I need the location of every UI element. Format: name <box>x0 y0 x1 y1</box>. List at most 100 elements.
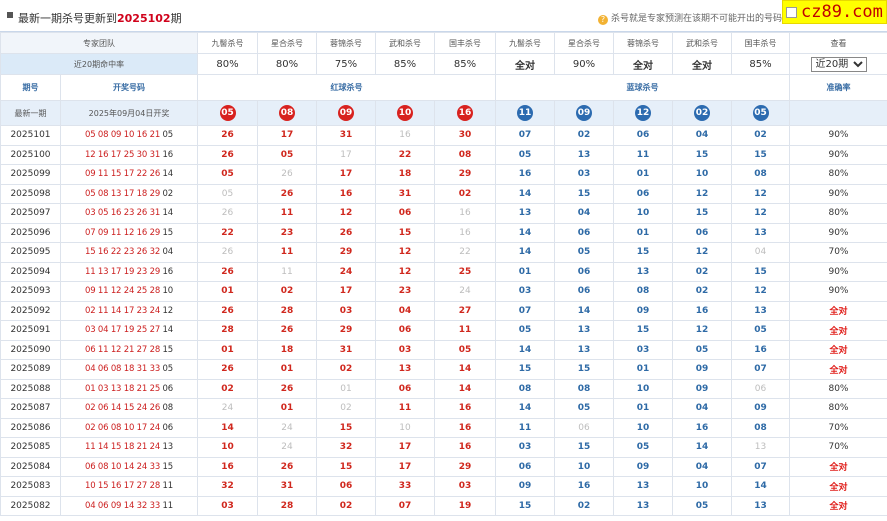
red-kill-cell: 16 <box>434 417 496 438</box>
red-kill-cell: 26 <box>316 222 376 243</box>
blue-kill-cell: 15 <box>731 261 790 282</box>
accuracy-cell: 70% <box>789 417 887 438</box>
red-kill-cell: 15 <box>375 222 435 243</box>
expert-col-8: 蓉锦杀号 <box>613 32 673 54</box>
draw-red-numbers: 03 04 17 19 25 27 <box>85 325 161 336</box>
latest-red-cell: 05 <box>197 100 258 126</box>
blue-kill-cell: 13 <box>554 339 614 360</box>
blue-kill-cell: 06 <box>554 281 614 302</box>
blue-kill-cell: 15 <box>495 359 555 380</box>
blue-kill-cell: 15 <box>672 144 732 165</box>
hit-rate-5: 85% <box>434 53 496 75</box>
table-row: 2025098 05 08 13 17 18 29 02 05 26 16 31 02 14 1… <box>0 183 887 204</box>
period-cell: 2025098 <box>0 183 61 204</box>
draw-blue-number: 05 <box>162 130 174 141</box>
red-kill-cell: 33 <box>375 476 435 497</box>
period-cell: 2025089 <box>0 359 61 380</box>
red-kill-cell: 25 <box>434 261 496 282</box>
draw-blue-number: 02 <box>162 188 174 199</box>
red-kill-cell: 16 <box>316 183 376 204</box>
red-kill-cell: 05 <box>197 183 258 204</box>
blue-kill-cell: 02 <box>672 261 732 282</box>
red-kill-cell: 06 <box>375 378 435 399</box>
blue-kill-cell: 12 <box>672 183 732 204</box>
blue-kill-cell: 02 <box>672 281 732 302</box>
blue-kill-cell: 09 <box>672 359 732 380</box>
accuracy-cell: 70% <box>789 437 887 458</box>
red-kill-cell: 22 <box>375 144 435 165</box>
blue-kill-cell: 04 <box>554 203 614 224</box>
draw-blue-number: 08 <box>162 403 174 414</box>
red-kill-cell: 19 <box>434 495 496 516</box>
draw-numbers-cell: 06 11 12 21 27 28 15 <box>60 339 198 360</box>
draw-numbers-cell: 11 13 17 19 23 29 16 <box>60 261 198 282</box>
latest-red-cell: 08 <box>257 100 317 126</box>
blue-kill-cell: 05 <box>672 495 732 516</box>
draw-blue-number: 14 <box>162 208 174 219</box>
draw-red-numbers: 02 06 08 10 17 24 <box>85 422 161 433</box>
period-range-select[interactable]: 近20期 <box>810 56 867 72</box>
red-kill-cell: 18 <box>375 164 435 185</box>
blue-kill-cell: 10 <box>613 203 673 224</box>
red-kill-cell: 01 <box>316 378 376 399</box>
blue-kill-cell: 15 <box>672 203 732 224</box>
draw-red-numbers: 05 08 09 10 16 21 <box>85 130 161 141</box>
draw-red-numbers: 11 13 17 19 23 29 <box>85 266 161 277</box>
blue-kill-cell: 03 <box>613 339 673 360</box>
draw-blue-number: 13 <box>162 442 174 453</box>
kill-number-table: 专家团队 九髻杀号 星合杀号 蓉锦杀号 武和杀号 国丰杀号 九髻杀号 星合杀号 … <box>0 32 887 516</box>
red-kill-cell: 28 <box>197 320 258 341</box>
red-kill-cell: 14 <box>434 359 496 380</box>
blue-kill-cell: 04 <box>672 398 732 419</box>
blue-kill-cell: 15 <box>613 320 673 341</box>
blue-kill-cell: 05 <box>554 398 614 419</box>
hit-rate-row: 近20期命中率 80% 80% 75% 85% 85% 全对 90% 全对 全对… <box>0 53 887 75</box>
blue-kill-cell: 12 <box>672 242 732 263</box>
table-row: 2025101 05 08 09 10 16 21 05 26 17 31 16 30 07 0… <box>0 125 887 146</box>
draw-red-numbers: 06 08 10 14 24 33 <box>85 461 161 472</box>
draw-col-header: 开奖号码 <box>60 74 198 101</box>
draw-red-numbers: 02 11 14 17 23 24 <box>85 305 161 316</box>
hit-rate-6: 全对 <box>495 53 555 75</box>
blue-kill-header: 蓝球杀号 <box>495 74 790 101</box>
red-kill-cell: 29 <box>434 164 496 185</box>
red-kill-cell: 05 <box>434 339 496 360</box>
period-cell: 2025092 <box>0 300 61 321</box>
blue-kill-cell: 09 <box>613 300 673 321</box>
blue-kill-cell: 06 <box>731 378 790 399</box>
red-ball: 08 <box>279 105 295 121</box>
accuracy-cell: 90% <box>789 281 887 302</box>
period-cell: 2025100 <box>0 144 61 165</box>
draw-blue-number: 15 <box>162 227 174 238</box>
red-kill-cell: 07 <box>375 495 435 516</box>
blue-kill-cell: 14 <box>495 242 555 263</box>
red-kill-cell: 14 <box>434 378 496 399</box>
table-row: 2025089 04 06 08 18 31 33 05 26 01 02 13 14 15 1… <box>0 359 887 380</box>
draw-numbers-cell: 10 15 16 17 27 28 11 <box>60 476 198 497</box>
blue-kill-cell: 08 <box>554 378 614 399</box>
blue-kill-cell: 16 <box>672 300 732 321</box>
table-row: 2025083 10 15 16 17 27 28 11 32 31 06 33 03 09 1… <box>0 476 887 497</box>
blue-kill-cell: 10 <box>554 456 614 477</box>
title-period: 2025102 <box>117 12 171 25</box>
red-kill-cell: 17 <box>316 164 376 185</box>
accuracy-cell: 全对 <box>789 476 887 497</box>
blue-kill-cell: 14 <box>554 300 614 321</box>
red-kill-cell: 01 <box>197 339 258 360</box>
draw-red-numbers: 11 14 15 18 21 24 <box>85 442 161 453</box>
red-kill-cell: 17 <box>375 437 435 458</box>
blue-ball: 11 <box>517 105 533 121</box>
table-row: 2025085 11 14 15 18 21 24 13 10 24 32 17 16 03 1… <box>0 437 887 458</box>
draw-red-numbers: 01 03 13 18 21 25 <box>85 383 161 394</box>
blue-kill-cell: 10 <box>613 378 673 399</box>
latest-date: 2025年09月04日开奖 <box>60 100 198 126</box>
red-kill-cell: 01 <box>197 281 258 302</box>
draw-blue-number: 16 <box>162 149 174 160</box>
watermark-text: cz89.com <box>801 2 883 22</box>
period-cell: 2025097 <box>0 203 61 224</box>
draw-red-numbers: 07 09 11 12 16 29 <box>85 227 161 238</box>
table-row: 2025096 07 09 11 12 16 29 15 22 23 26 15 16 14 0… <box>0 222 887 243</box>
blue-kill-cell: 13 <box>554 144 614 165</box>
blue-kill-cell: 08 <box>731 417 790 438</box>
red-kill-cell: 10 <box>197 437 258 458</box>
